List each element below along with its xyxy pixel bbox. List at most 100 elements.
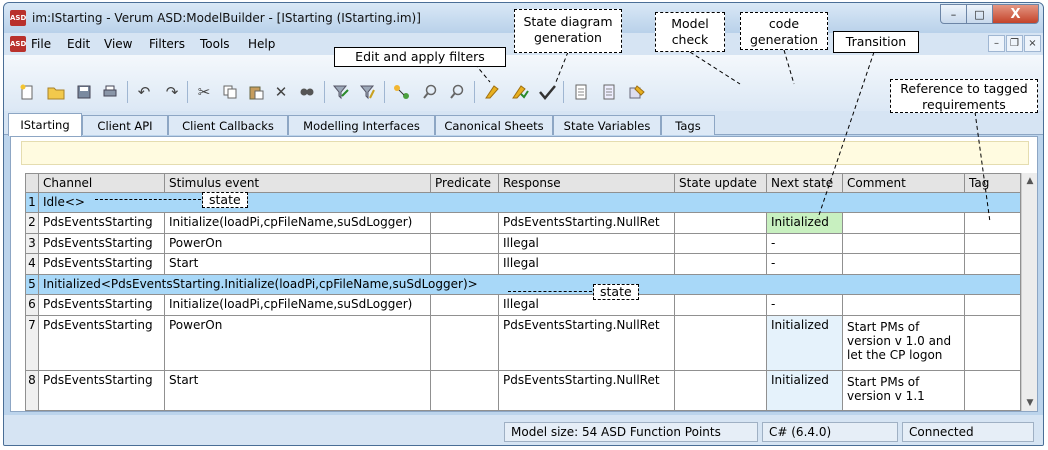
table-row[interactable]: 8 PdsEventsStarting Start PdsEventsStart… xyxy=(25,371,1021,411)
code-gen2-icon[interactable] xyxy=(598,81,620,103)
table-row[interactable]: 4 PdsEventsStarting Start Illegal - xyxy=(25,254,1021,275)
tag-cell[interactable] xyxy=(965,234,1021,254)
tag-cell[interactable] xyxy=(965,371,1021,411)
channel-cell[interactable]: PdsEventsStarting xyxy=(39,316,165,371)
tab-istarting[interactable]: IStarting xyxy=(8,113,82,136)
state-name[interactable]: Idle<> xyxy=(39,193,1021,213)
update-cell[interactable] xyxy=(675,316,767,371)
next-state-cell[interactable]: Initialized xyxy=(767,371,843,411)
channel-cell[interactable]: PdsEventsStarting xyxy=(39,295,165,316)
menu-view[interactable]: View xyxy=(104,37,132,51)
update-cell[interactable] xyxy=(675,295,767,316)
scroll-up-icon[interactable]: ▲ xyxy=(1022,173,1038,189)
comment-cell[interactable] xyxy=(843,234,965,254)
next-state-cell[interactable]: - xyxy=(767,254,843,275)
comment-cell[interactable]: Start PMs of version v 1.1 xyxy=(843,371,965,411)
new-file-icon[interactable] xyxy=(16,81,38,103)
find-icon[interactable] xyxy=(296,81,318,103)
header-state-update[interactable]: State update xyxy=(675,173,767,193)
header-response[interactable]: Response xyxy=(499,173,675,193)
tag-cell[interactable] xyxy=(965,254,1021,275)
open-folder-icon[interactable] xyxy=(45,81,67,103)
next-state-cell[interactable]: - xyxy=(767,295,843,316)
comment-cell[interactable] xyxy=(843,254,965,275)
tab-state-variables[interactable]: State Variables xyxy=(553,115,661,135)
copy-icon[interactable] xyxy=(219,81,241,103)
vertical-scrollbar[interactable]: ▲ ▼ xyxy=(1021,173,1037,411)
response-cell[interactable]: Illegal xyxy=(499,254,675,275)
table-row[interactable]: 7 PdsEventsStarting PowerOn PdsEventsSta… xyxy=(25,316,1021,371)
comment-cell[interactable]: Start PMs of version v 1.0 and let the C… xyxy=(843,316,965,371)
response-cell[interactable]: Illegal xyxy=(499,295,675,316)
tag-cell[interactable] xyxy=(965,213,1021,234)
model-check-icon[interactable] xyxy=(536,81,558,103)
next-state-cell[interactable]: - xyxy=(767,234,843,254)
header-channel[interactable]: Channel xyxy=(39,173,165,193)
response-cell[interactable]: PdsEventsStarting.NullRet xyxy=(499,371,675,411)
next-state-cell[interactable]: Initialized xyxy=(767,316,843,371)
save-icon[interactable] xyxy=(73,81,95,103)
channel-cell[interactable]: PdsEventsStarting xyxy=(39,234,165,254)
menu-help[interactable]: Help xyxy=(248,37,275,51)
stimulus-cell[interactable]: Start xyxy=(165,254,431,275)
stimulus-cell[interactable]: PowerOn xyxy=(165,316,431,371)
zoom-out-icon[interactable] xyxy=(446,81,468,103)
update-cell[interactable] xyxy=(675,254,767,275)
close-button[interactable]: X xyxy=(993,4,1039,24)
stimulus-cell[interactable]: Initialize(loadPi,cpFileName,suSdLogger) xyxy=(165,213,431,234)
header-tag[interactable]: Tag xyxy=(965,173,1021,193)
tab-tags[interactable]: Tags xyxy=(661,115,715,135)
code-gen-icon[interactable] xyxy=(570,81,592,103)
tag-icon[interactable] xyxy=(626,81,648,103)
menu-file[interactable]: File xyxy=(31,37,51,51)
edit-filter-icon[interactable] xyxy=(330,81,352,103)
menu-tools[interactable]: Tools xyxy=(200,37,230,51)
channel-cell[interactable]: PdsEventsStarting xyxy=(39,213,165,234)
table-row[interactable]: 6 PdsEventsStarting Initialize(loadPi,cp… xyxy=(25,295,1021,316)
channel-cell[interactable]: PdsEventsStarting xyxy=(39,254,165,275)
tag-cell[interactable] xyxy=(965,295,1021,316)
paste-icon[interactable] xyxy=(245,81,267,103)
menu-filters[interactable]: Filters xyxy=(149,37,185,51)
zoom-in-icon[interactable] xyxy=(419,81,441,103)
print-icon[interactable] xyxy=(99,81,121,103)
scroll-down-icon[interactable]: ▼ xyxy=(1022,395,1038,411)
response-cell[interactable]: PdsEventsStarting.NullRet xyxy=(499,316,675,371)
header-stimulus[interactable]: Stimulus event xyxy=(165,173,431,193)
predicate-cell[interactable] xyxy=(431,316,499,371)
response-cell[interactable]: Illegal xyxy=(499,234,675,254)
state-row[interactable]: 5 Initialized<PdsEventsStarting.Initiali… xyxy=(25,275,1021,295)
app-icon[interactable]: ASD xyxy=(10,10,26,26)
stimulus-cell[interactable]: Start xyxy=(165,371,431,411)
next-state-cell[interactable]: Initialized xyxy=(767,213,843,234)
update-cell[interactable] xyxy=(675,234,767,254)
state-name[interactable]: Initialized<PdsEventsStarting.Initialize… xyxy=(39,275,1021,295)
comment-cell[interactable] xyxy=(843,295,965,316)
redo-icon[interactable]: ↷ xyxy=(161,81,183,103)
tag-cell[interactable] xyxy=(965,316,1021,371)
table-row[interactable]: 2 PdsEventsStarting Initialize(loadPi,cp… xyxy=(25,213,1021,234)
maximize-button[interactable]: □ xyxy=(967,4,993,24)
table-row[interactable]: 3 PdsEventsStarting PowerOn Illegal - xyxy=(25,234,1021,254)
menu-edit[interactable]: Edit xyxy=(67,37,90,51)
undo-icon[interactable]: ↶ xyxy=(133,81,155,103)
tab-modelling-interfaces[interactable]: Modelling Interfaces xyxy=(288,115,435,135)
header-predicate[interactable]: Predicate xyxy=(431,173,499,193)
tab-client-api[interactable]: Client API xyxy=(82,115,168,135)
predicate-cell[interactable] xyxy=(431,295,499,316)
channel-cell[interactable]: PdsEventsStarting xyxy=(39,371,165,411)
mdi-minimize-button[interactable]: – xyxy=(988,35,1005,52)
header-comment[interactable]: Comment xyxy=(843,173,965,193)
update-cell[interactable] xyxy=(675,213,767,234)
apply-filter-icon[interactable] xyxy=(357,81,379,103)
state-diagram-icon[interactable] xyxy=(391,81,413,103)
mdi-close-button[interactable]: × xyxy=(1024,35,1041,52)
check-model-icon[interactable] xyxy=(481,81,503,103)
tab-client-callbacks[interactable]: Client Callbacks xyxy=(168,115,288,135)
tab-canonical-sheets[interactable]: Canonical Sheets xyxy=(435,115,553,135)
comment-cell[interactable] xyxy=(843,213,965,234)
cut-icon[interactable]: ✂ xyxy=(193,81,215,103)
mdi-restore-button[interactable]: ❐ xyxy=(1006,35,1023,52)
stimulus-cell[interactable]: PowerOn xyxy=(165,234,431,254)
predicate-cell[interactable] xyxy=(431,254,499,275)
